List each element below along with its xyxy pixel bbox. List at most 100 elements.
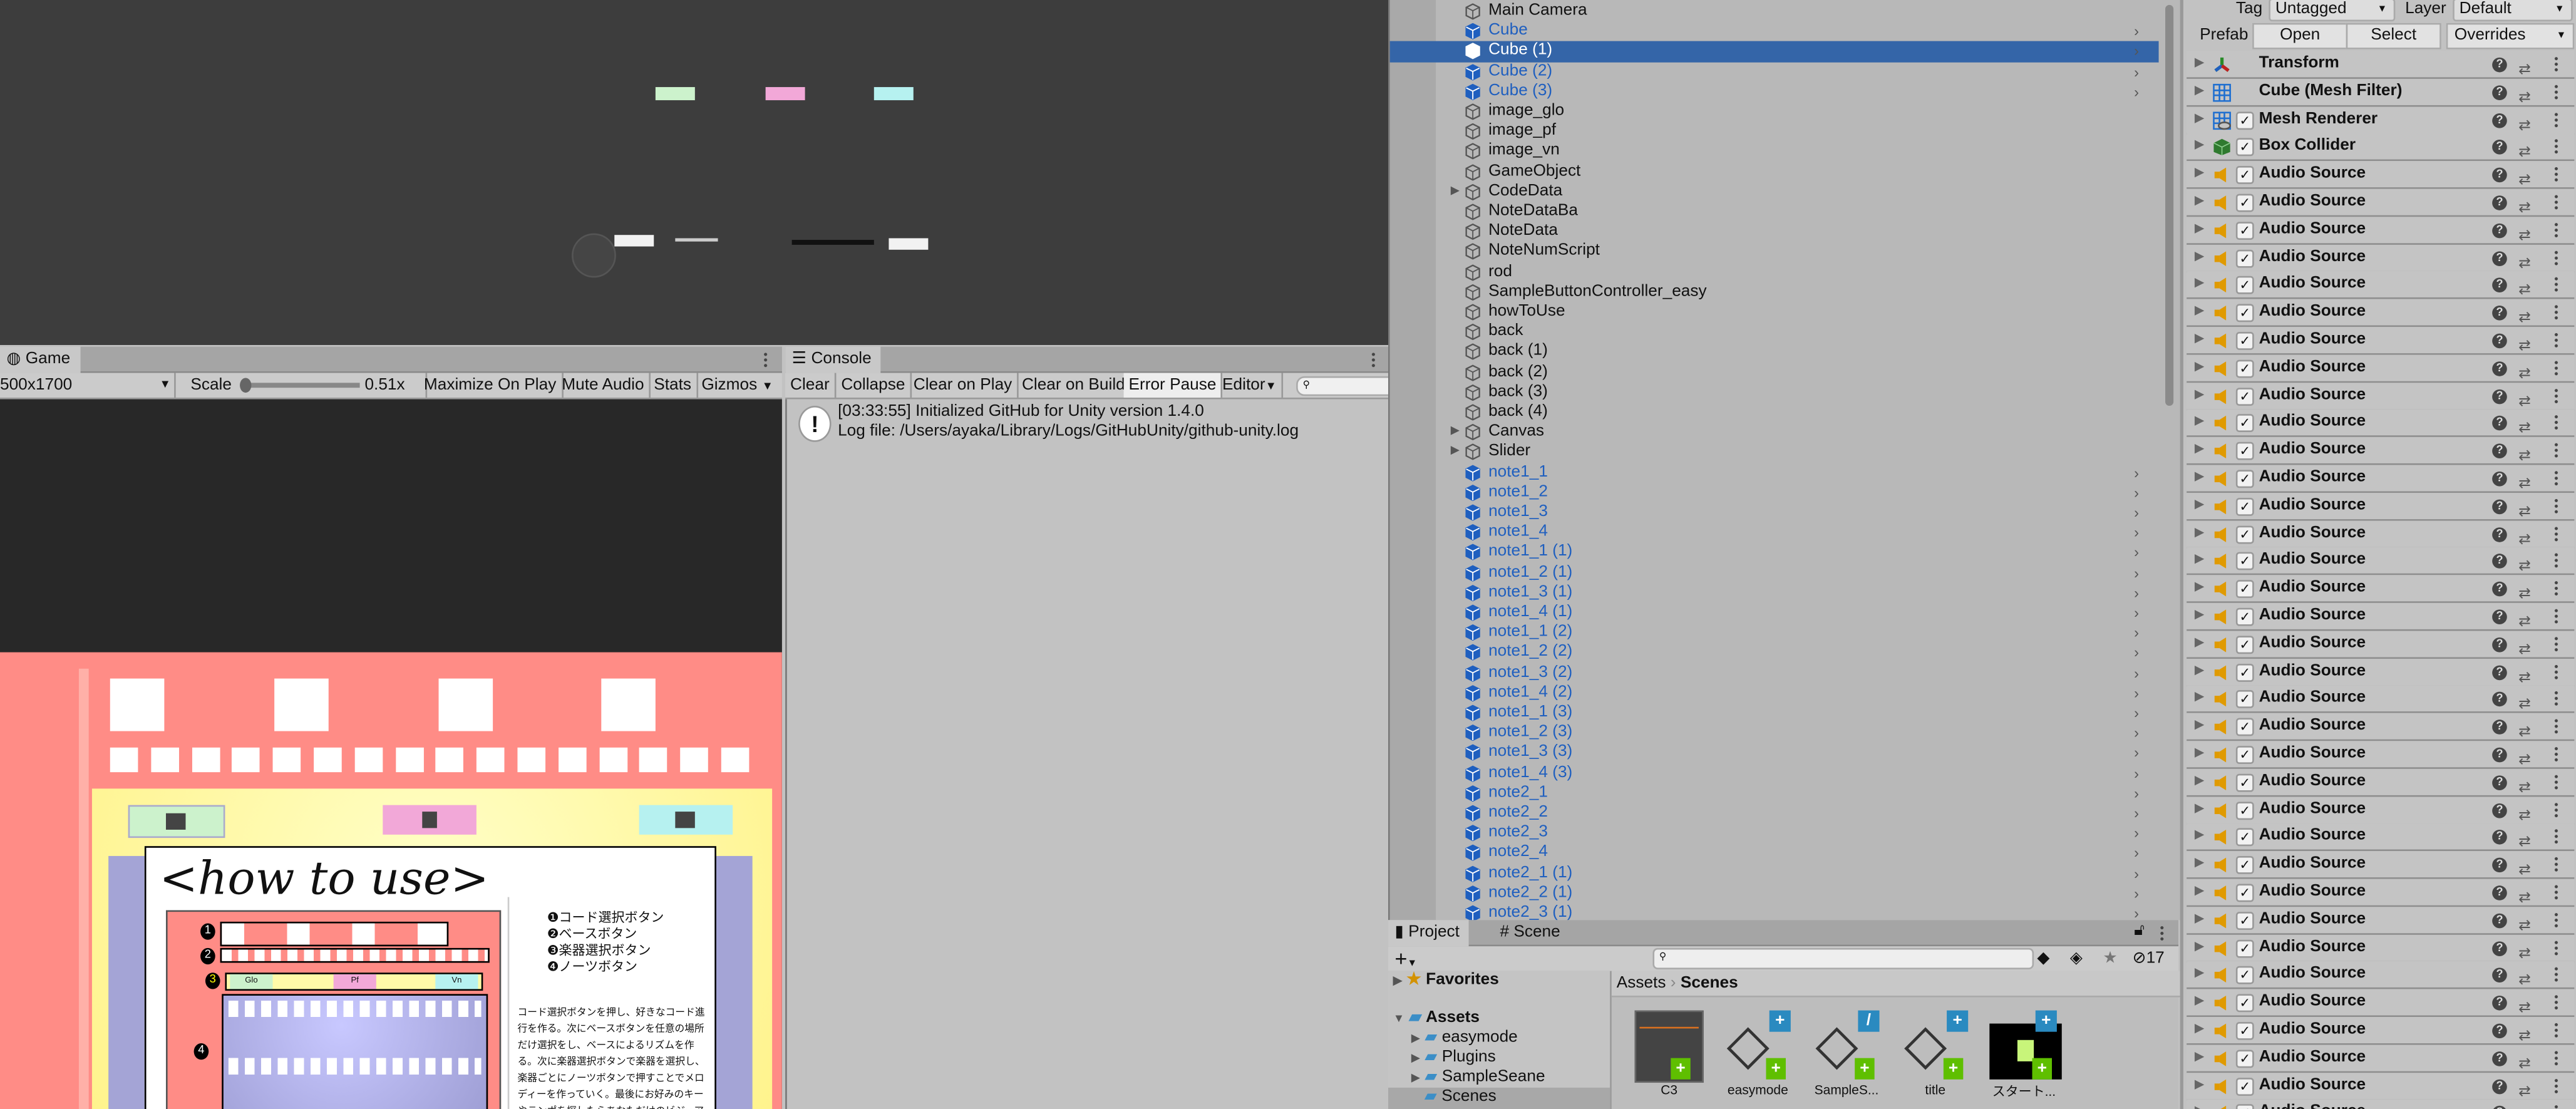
component-menu-icon[interactable] — [2554, 966, 2558, 983]
hierarchy-item[interactable]: back — [1390, 322, 2159, 343]
hierarchy-item[interactable]: back (3) — [1390, 383, 2159, 403]
component-menu-icon[interactable] — [2554, 994, 2558, 1011]
component-enabled-checkbox[interactable]: ✓ — [2235, 249, 2254, 267]
expand-arrow-icon[interactable]: ▶ — [2195, 852, 2203, 878]
hierarchy-item[interactable]: note1_3 (3) › — [1390, 743, 2159, 763]
component-enabled-checkbox[interactable]: ✓ — [2235, 773, 2254, 792]
expand-arrow-icon[interactable]: ▶ — [2195, 520, 2203, 547]
help-icon[interactable]: ? — [2492, 637, 2507, 653]
expand-arrow-icon[interactable]: ▶ — [1451, 182, 1460, 202]
tree-item-scenes[interactable]: ▰ Scenes — [1388, 1087, 1610, 1109]
component-enabled-checkbox[interactable]: ✓ — [2235, 1021, 2254, 1040]
help-icon[interactable]: ? — [2492, 278, 2507, 294]
component-enabled-checkbox[interactable]: ✓ — [2235, 552, 2254, 571]
chevron-right-icon[interactable]: › — [2134, 463, 2139, 483]
component-header[interactable]: ▶✓Audio Source?⇄ — [2187, 686, 2575, 714]
help-icon[interactable]: ? — [2492, 472, 2507, 487]
bass-box[interactable] — [354, 747, 383, 773]
hierarchy-item[interactable]: note2_4 › — [1390, 843, 2159, 864]
component-enabled-checkbox[interactable]: ✓ — [2235, 1050, 2254, 1068]
component-menu-icon[interactable] — [2554, 828, 2558, 845]
hierarchy-item[interactable]: image_vn — [1390, 142, 2159, 162]
component-menu-icon[interactable] — [2554, 911, 2558, 928]
expand-arrow-icon[interactable]: ▶ — [2195, 741, 2203, 767]
component-menu-icon[interactable] — [2554, 111, 2558, 128]
help-icon[interactable]: ? — [2492, 775, 2507, 790]
help-icon[interactable]: ? — [2492, 112, 2507, 128]
gizmos-button[interactable]: Gizmos ▼ — [696, 373, 778, 398]
chevron-right-icon[interactable]: › — [2134, 904, 2139, 921]
component-menu-icon[interactable] — [2554, 552, 2558, 569]
scene-view[interactable] — [0, 0, 1389, 345]
component-header[interactable]: ▶✓Audio Source?⇄ — [2187, 520, 2575, 549]
component-header[interactable]: ▶✓Audio Source?⇄ — [2187, 658, 2575, 686]
console-log[interactable]: ! [03:33:55] Initialized GitHub for Unit… — [785, 399, 1390, 1109]
component-menu-icon[interactable] — [2554, 746, 2558, 763]
tab-game[interactable]: ◍ Game — [0, 346, 80, 373]
component-enabled-checkbox[interactable]: ✓ — [2235, 939, 2254, 957]
prefab-select-button[interactable]: Select — [2346, 23, 2441, 49]
component-enabled-checkbox[interactable]: ✓ — [2235, 470, 2254, 488]
expand-arrow-icon[interactable]: ▶ — [2195, 382, 2203, 408]
help-icon[interactable]: ? — [2492, 885, 2507, 900]
help-icon[interactable]: ? — [2492, 1078, 2507, 1094]
hidden-packages-toggle[interactable]: ⊘17 — [2133, 946, 2165, 971]
chevron-right-icon[interactable]: › — [2134, 623, 2139, 643]
component-header[interactable]: ▶✓Audio Source?⇄ — [2187, 299, 2575, 328]
bass-box[interactable] — [639, 747, 668, 773]
component-header[interactable]: ▶ Cube (Mesh Filter)? ⇄ — [2187, 78, 2575, 107]
project-menu-icon[interactable] — [2160, 925, 2164, 942]
hierarchy-item[interactable]: note1_3 (1) › — [1390, 583, 2159, 603]
chevron-right-icon[interactable]: › — [2134, 82, 2139, 102]
hierarchy-item[interactable]: Cube (1) › — [1389, 41, 2159, 62]
tree-item-sampleseane[interactable]: ▶ ▰ SampleSeane — [1411, 1068, 1545, 1086]
hierarchy-item[interactable]: note1_1 (2) › — [1390, 623, 2159, 643]
component-header[interactable]: ▶✓Audio Source?⇄ — [2187, 492, 2575, 521]
bass-box[interactable] — [721, 747, 750, 773]
expand-arrow-icon[interactable]: ▶ — [2195, 879, 2203, 905]
error-pause-button[interactable]: Error Pause — [1123, 373, 1223, 398]
expand-arrow-icon[interactable]: ▶ — [2195, 603, 2203, 629]
expand-arrow-icon[interactable]: ▶ — [2195, 658, 2203, 684]
component-menu-icon[interactable] — [2554, 525, 2558, 542]
chevron-right-icon[interactable]: › — [2134, 543, 2139, 563]
asset-item[interactable]: ◇ / + SampleS... — [1809, 1010, 1888, 1109]
expand-arrow-icon[interactable]: ▶ — [2195, 1045, 2203, 1071]
component-header[interactable]: ▶✓Audio Source?⇄ — [2187, 989, 2575, 1018]
help-icon[interactable]: ? — [2492, 499, 2507, 514]
scale-thumb[interactable] — [240, 378, 252, 393]
hierarchy-item[interactable]: note1_1 (3) › — [1390, 703, 2159, 723]
help-icon[interactable]: ? — [2492, 361, 2507, 376]
bass-box[interactable] — [558, 747, 587, 773]
expand-arrow-icon[interactable]: ▶ — [2195, 354, 2203, 381]
help-icon[interactable]: ? — [2492, 609, 2507, 625]
help-icon[interactable]: ? — [2492, 527, 2507, 542]
chevron-right-icon[interactable]: › — [2134, 683, 2139, 703]
help-icon[interactable]: ? — [2492, 388, 2507, 404]
component-menu-icon[interactable] — [2554, 470, 2558, 487]
bass-box[interactable] — [517, 747, 546, 773]
hierarchy-item[interactable]: note1_1 › — [1390, 463, 2159, 483]
expand-arrow-icon[interactable]: ▶ — [2195, 106, 2203, 132]
chevron-right-icon[interactable]: › — [2134, 864, 2139, 884]
chevron-right-icon[interactable]: › — [2134, 783, 2139, 803]
component-enabled-checkbox[interactable]: ✓ — [2235, 138, 2254, 157]
hierarchy-item[interactable]: Cube (2) › — [1390, 62, 2159, 82]
component-enabled-checkbox[interactable]: ✓ — [2235, 497, 2254, 516]
bass-box[interactable] — [314, 747, 342, 773]
help-icon[interactable]: ? — [2492, 830, 2507, 845]
component-enabled-checkbox[interactable]: ✓ — [2235, 801, 2254, 820]
component-menu-icon[interactable] — [2554, 884, 2558, 900]
asset-item[interactable]: + + スタート... — [1986, 1010, 2065, 1109]
log-entry[interactable]: ! [03:33:55] Initialized GitHub for Unit… — [787, 403, 1390, 442]
chevron-right-icon[interactable]: › — [2134, 583, 2139, 603]
component-menu-icon[interactable] — [2554, 580, 2558, 597]
help-icon[interactable]: ? — [2492, 1051, 2507, 1066]
expand-arrow-icon[interactable]: ▶ — [2195, 823, 2203, 850]
tag-dropdown[interactable]: Untagged ▼ — [2269, 0, 2396, 22]
chevron-right-icon[interactable]: › — [2134, 22, 2139, 42]
layer-dropdown[interactable]: Default ▼ — [2453, 0, 2573, 22]
component-enabled-checkbox[interactable]: ✓ — [2235, 387, 2254, 405]
component-menu-icon[interactable] — [2554, 773, 2558, 790]
hierarchy-item[interactable]: note1_2 (3) › — [1390, 723, 2159, 743]
